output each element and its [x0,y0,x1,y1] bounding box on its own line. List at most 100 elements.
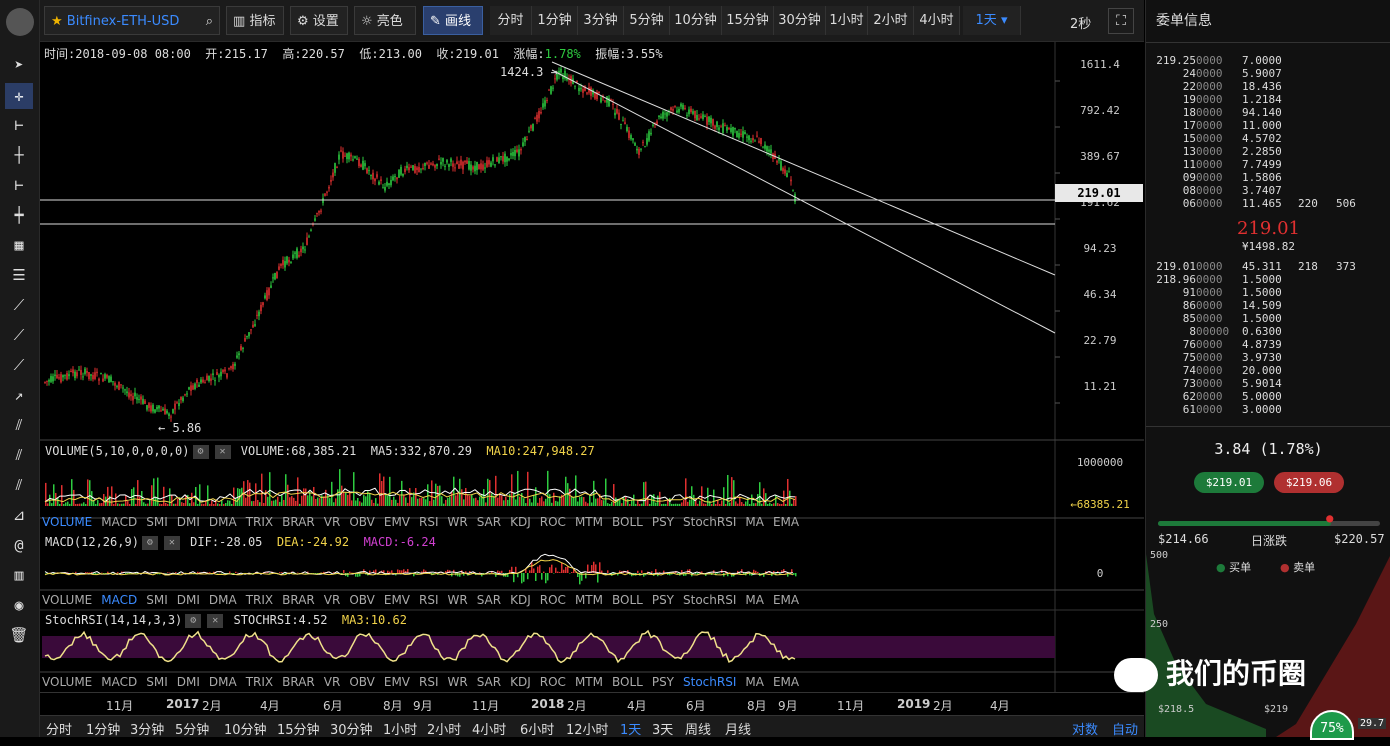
indicator-tab[interactable]: VR [324,675,341,689]
orderbook-row[interactable]: 219.010000 45.311 218 373 [1156,260,1356,273]
interval-tab[interactable]: 2小时 [868,6,914,35]
close-icon[interactable]: ✕ [163,535,180,550]
interval-tab[interactable]: 3分钟 [578,6,624,35]
indicator-tab[interactable]: WR [448,675,468,689]
indicator-tab[interactable]: DMI [177,593,200,607]
gear-icon[interactable]: ⚙ [141,535,158,550]
indicator-tab[interactable]: RSI [419,515,439,529]
trash-icon[interactable]: 🗑 [5,622,33,648]
crosshair-icon[interactable]: ✛ [5,83,33,109]
bottom-interval-tab[interactable]: 10分钟 [224,719,267,738]
orderbook-row[interactable]: 910000 1.5000 [1156,286,1336,299]
indicator-tab[interactable]: MACD [101,593,137,607]
indicator-tab[interactable]: ROC [540,675,566,689]
orderbook-row[interactable]: 750000 3.9730 [1156,351,1336,364]
bottom-interval-tab[interactable]: 分时 [46,719,72,738]
indicator-tab[interactable]: PSY [652,675,674,689]
bottom-interval-tab[interactable]: 1小时 [383,719,417,738]
indicator-tab[interactable]: KDJ [510,593,531,607]
trend-line-lower[interactable] [551,69,1056,334]
bottom-interval-tab[interactable]: 周线 [685,719,711,738]
indicator-tab[interactable]: DMA [209,593,237,607]
indicator-tab[interactable]: MTM [575,515,603,529]
bottom-interval-tab[interactable]: 15分钟 [277,719,320,738]
orderbook-row[interactable]: 218.960000 1.5000 [1156,273,1336,286]
bottom-interval-tab[interactable]: 3分钟 [130,719,164,738]
pitchfork-icon[interactable]: ⫽ [5,442,33,468]
indicator-tab[interactable]: VOLUME [42,593,92,607]
log-scale-toggle[interactable]: 对数 [1072,719,1098,738]
interval-tab[interactable]: 1小时 [826,6,868,35]
indicator-tab[interactable]: TRIX [246,593,273,607]
indicator-tab[interactable]: VOLUME [42,515,92,529]
indicator-tab[interactable]: MA [745,593,764,607]
indicator-tab[interactable]: MACD [101,675,137,689]
orderbook-row[interactable]: 740000 20.000 [1156,364,1336,377]
bottom-interval-tab[interactable]: 30分钟 [330,719,373,738]
ray-line-icon[interactable]: ⟋ [5,322,33,348]
auto-scale-toggle[interactable]: 自动 [1112,719,1138,738]
price-range-icon[interactable]: ▦ [5,232,33,258]
fibonacci-fan-icon[interactable]: ⫽ [5,472,33,498]
gann-fan-icon[interactable]: ⊿ [5,502,33,528]
indicator-tab[interactable]: MTM [575,675,603,689]
indicator-tab[interactable]: TRIX [246,675,273,689]
indicator-tab[interactable]: KDJ [510,675,531,689]
cursor-arrow-icon[interactable]: ➤ [5,52,33,78]
indicator-tab[interactable]: ROC [540,593,566,607]
indicator-tab[interactable]: RSI [419,675,439,689]
indicator-tab[interactable]: DMA [209,515,237,529]
orderbook-row[interactable]: 620000 5.0000 [1156,390,1336,403]
spiral-icon[interactable]: @ [5,532,33,558]
indicator-tab[interactable]: KDJ [510,515,531,529]
indicator-tab[interactable]: SAR [477,515,501,529]
gear-icon[interactable]: ⚙ [192,444,209,459]
indicator-tab[interactable]: BRAR [282,675,315,689]
interval-selected[interactable]: 1天 ▾ [963,6,1021,35]
parallel-lines-icon[interactable]: ☰ [5,262,33,288]
indicator-tab[interactable]: OBV [349,593,375,607]
orderbook-row[interactable]: 730000 5.9014 [1156,377,1336,390]
orderbook-row[interactable]: 080000 3.7407 [1156,184,1336,197]
orderbook-row[interactable]: 110000 7.7499 [1156,158,1336,171]
orderbook-row[interactable]: 219.250000 7.0000 [1156,54,1336,67]
settings-button[interactable]: ⚙ 设置 [290,6,348,35]
bottom-interval-tab[interactable]: 1分钟 [86,719,120,738]
indicator-tab[interactable]: VR [324,515,341,529]
sell-price-pill[interactable]: $219.06 [1274,472,1344,493]
orderbook-row[interactable]: 090000 1.5806 [1156,171,1336,184]
indicator-tab[interactable]: SMI [146,515,168,529]
indicator-tab[interactable]: SMI [146,675,168,689]
indicator-tab[interactable]: ROC [540,515,566,529]
eye-icon[interactable]: ◉ [5,592,33,618]
indicators-button[interactable]: ▥ 指标 [226,6,284,35]
orderbook-row[interactable]: 060000 11.465 220 506 [1156,197,1356,210]
orderbook-row[interactable]: 180000 94.140 [1156,106,1336,119]
arrow-line-icon[interactable]: ↗ [5,382,33,408]
fullscreen-icon[interactable]: ⛶ [1108,8,1134,34]
indicator-tab[interactable]: VR [324,593,341,607]
interval-tab[interactable]: 30分钟 [774,6,826,35]
orderbook-row[interactable]: 150000 4.5702 [1156,132,1336,145]
indicator-tab[interactable]: EMV [384,593,410,607]
bottom-interval-tab[interactable]: 6小时 [520,719,554,738]
indicator-tab[interactable]: OBV [349,675,375,689]
orderbook-row[interactable]: 860000 14.509 [1156,299,1336,312]
orderbook-row[interactable]: 760000 4.8739 [1156,338,1336,351]
indicator-tab[interactable]: SAR [477,593,501,607]
indicator-tab[interactable]: TRIX [246,515,273,529]
indicator-tab[interactable]: SMI [146,593,168,607]
draw-button[interactable]: ✎ 画线 [423,6,483,35]
indicator-tab[interactable]: StochRSI [683,593,736,607]
indicator-tab[interactable]: MACD [101,515,137,529]
indicator-tab[interactable]: MA [745,515,764,529]
indicator-tab[interactable]: BOLL [612,515,643,529]
indicator-tab[interactable]: EMV [384,675,410,689]
indicator-tab[interactable]: WR [448,515,468,529]
indicator-tab[interactable]: EMA [773,515,799,529]
indicator-tab[interactable]: PSY [652,593,674,607]
horizontal-line-icon[interactable]: ┼ [5,142,33,168]
close-icon[interactable]: ✕ [214,444,231,459]
bottom-interval-tab[interactable]: 4小时 [472,719,506,738]
interval-tab[interactable]: 4小时 [914,6,960,35]
